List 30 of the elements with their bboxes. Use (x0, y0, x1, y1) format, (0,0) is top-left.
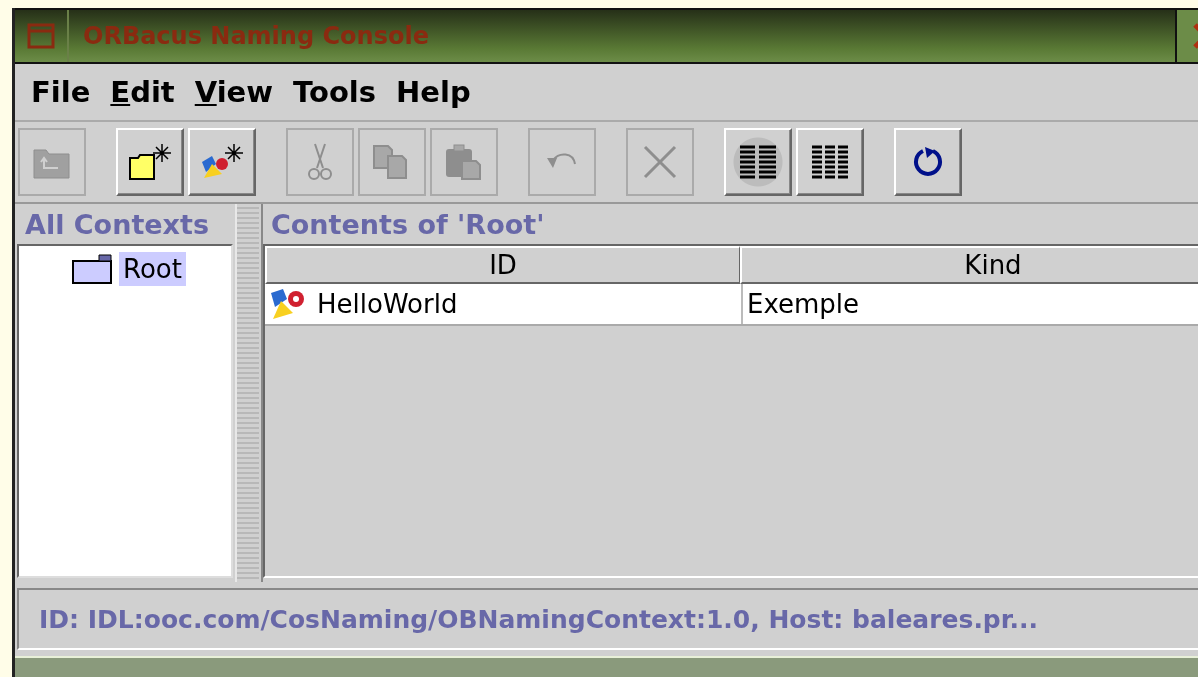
new-folder-icon (128, 142, 172, 182)
table-cell: Exemple (747, 289, 860, 319)
new-context-button[interactable] (116, 128, 184, 196)
new-object-button[interactable] (188, 128, 256, 196)
status-bar: ID: IDL:ooc.com/CosNaming/OBNamingContext:1.0, Host: baleares.pr... (17, 588, 1198, 650)
delete-icon (641, 143, 679, 181)
table-row[interactable]: HelloWorld Exemple (265, 284, 1198, 326)
pane-title: All Contexts (24, 207, 210, 242)
menu-item[interactable]: View (184, 75, 284, 109)
scissors-icon (305, 142, 335, 182)
list-view-icon (810, 144, 850, 180)
table-cell: HelloWorld (317, 289, 458, 319)
refresh-icon (911, 145, 945, 179)
tree-item[interactable]: Root (119, 252, 186, 286)
refresh-button[interactable] (894, 128, 962, 196)
details-view-button[interactable] (724, 128, 792, 196)
menu-item[interactable]: Tools (283, 75, 387, 109)
menu-item[interactable]: File (21, 75, 101, 109)
details-view-icon (738, 144, 778, 180)
column-header[interactable]: ID (265, 246, 740, 284)
pane-title: Contents of 'Root' (270, 207, 546, 242)
window-title: ORBacus Naming Console (82, 21, 430, 52)
menu-item[interactable]: Edit (100, 75, 185, 109)
list-view-button[interactable] (796, 128, 864, 196)
menu-item[interactable]: Help (386, 75, 481, 109)
splitter-handle[interactable] (235, 204, 259, 582)
folder-icon (71, 253, 113, 285)
window-menu-icon[interactable] (27, 23, 55, 49)
clipboard-icon (444, 143, 484, 181)
column-header[interactable]: Kind (740, 246, 1198, 284)
